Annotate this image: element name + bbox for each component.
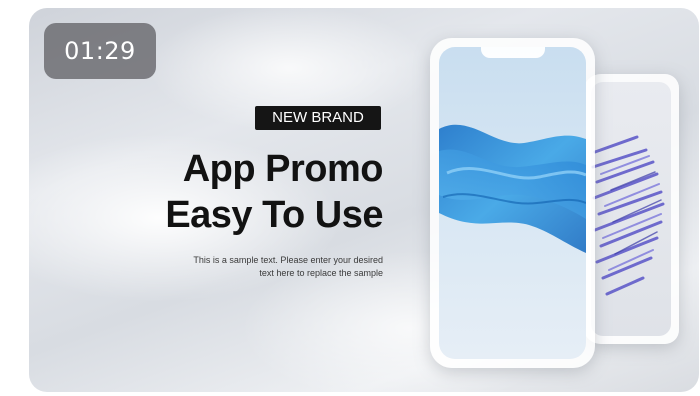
phone-front-screen — [439, 47, 586, 359]
phone-mockup-front — [430, 38, 595, 368]
headline-line-1: App Promo — [182, 148, 384, 190]
phone-back-screen — [591, 82, 671, 336]
description-line-2: text here to replace the sample — [259, 268, 383, 278]
new-brand-tag: NEW BRAND — [255, 106, 381, 130]
phone-notch — [480, 47, 545, 58]
description-line-1: This is a sample text. Please enter your… — [193, 255, 383, 265]
promo-headline: App Promo Easy To Use — [165, 146, 383, 238]
purple-brush-icon — [591, 82, 671, 336]
blue-wave-icon — [439, 47, 586, 359]
duration-badge: 01:29 — [44, 23, 156, 79]
headline-line-2: Easy To Use — [165, 194, 383, 236]
phone-mockup-back — [583, 74, 679, 344]
promo-description: This is a sample text. Please enter your… — [123, 254, 383, 280]
